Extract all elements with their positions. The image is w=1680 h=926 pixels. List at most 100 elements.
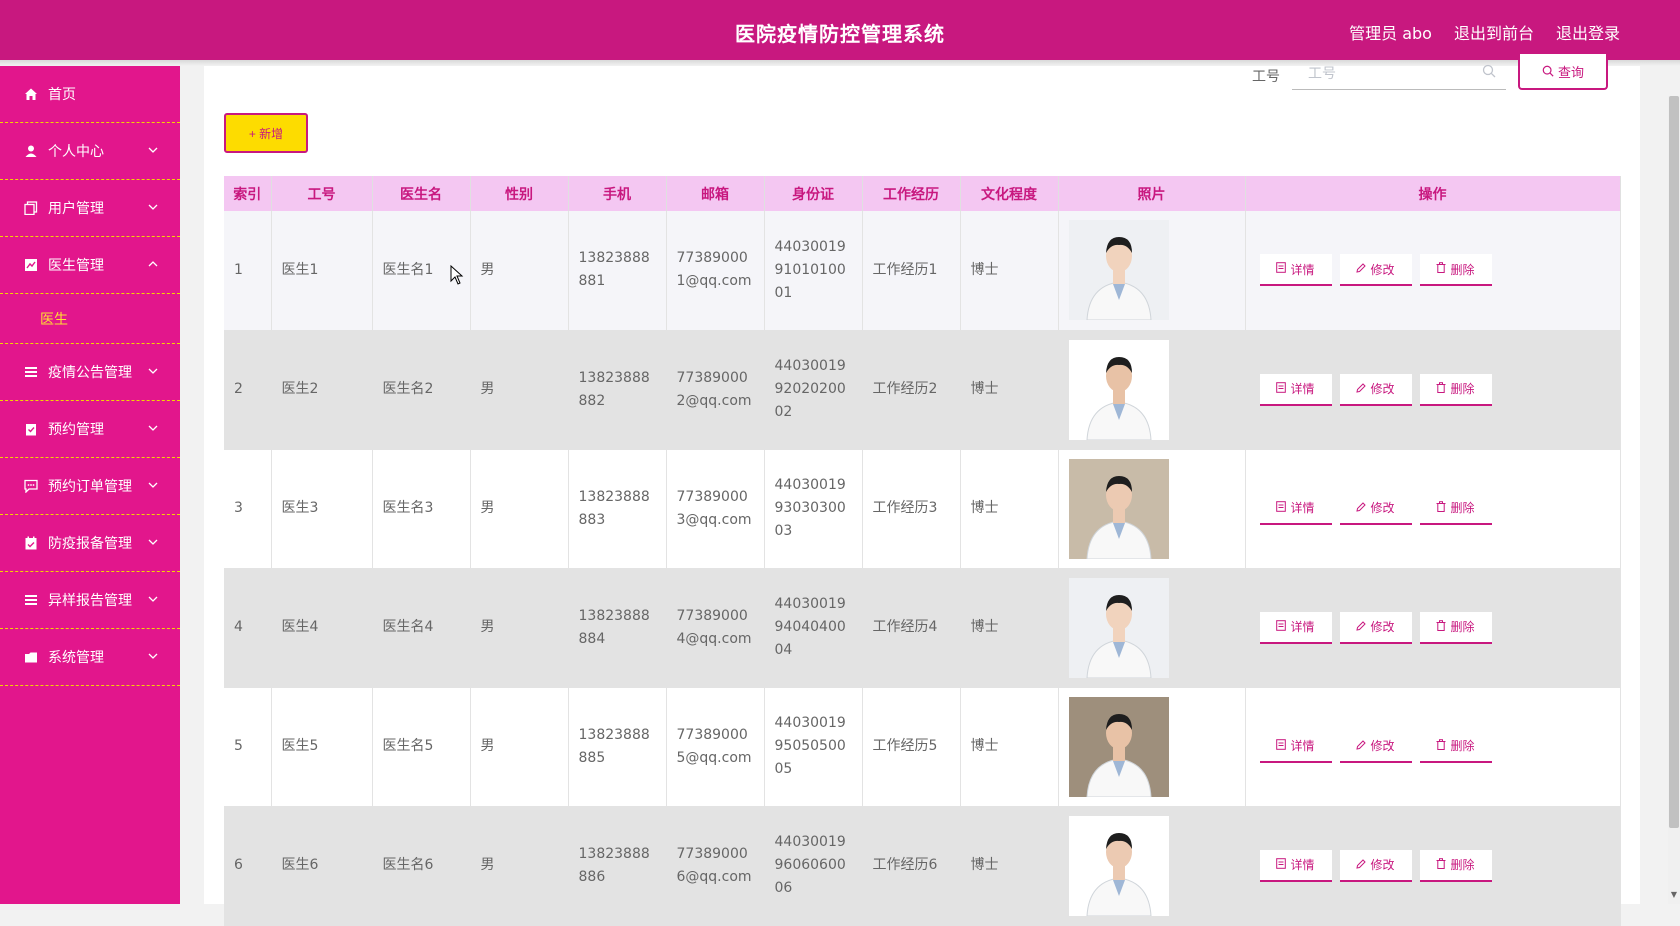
exit-to-front-link[interactable]: 退出到前台 (1454, 20, 1534, 44)
doctor-table: 索引 工号 医生名 性别 手机 邮箱 身份证 工作经历 文化程度 照片 操作 1 医生1 医生名1 男 13… (224, 176, 1621, 926)
phone-cell: 13823888885 (568, 687, 667, 807)
sidebar-item-label: 用户管理 (48, 201, 104, 217)
idcard-cell: 440300199606060006 (764, 806, 863, 926)
column-header: 照片 (1058, 176, 1246, 211)
actions-cell: 详情 修改 删除 (1245, 687, 1621, 807)
phone-cell: 13823888882 (568, 330, 667, 450)
detail-button[interactable]: 详情 (1259, 373, 1332, 406)
doctor-photo (1068, 339, 1169, 440)
edit-button[interactable]: 修改 (1339, 254, 1412, 287)
user-icon (24, 144, 38, 158)
gender-cell: 男 (470, 568, 569, 688)
pencil-icon (1356, 739, 1367, 753)
sidebar-item-4[interactable]: 疫情公告管理 (0, 344, 180, 401)
chevron-down-icon (148, 364, 158, 377)
edit-button-label: 修改 (1370, 858, 1395, 872)
doctor-name-cell: 医生名4 (372, 568, 471, 688)
email-cell: 773890005@qq.com (666, 687, 765, 807)
sidebar-item-7[interactable]: 防疫报备管理 (0, 515, 180, 572)
page-scrollbar[interactable]: ▼ (1668, 96, 1680, 904)
chart-icon (24, 258, 38, 272)
add-button[interactable]: + 新增 (224, 113, 308, 153)
detail-button[interactable]: 详情 (1259, 730, 1332, 763)
sidebar-subitem-doctor[interactable]: 医生 (0, 294, 180, 344)
document-icon (1276, 381, 1287, 396)
delete-button[interactable]: 删除 (1419, 730, 1492, 763)
trash-icon (1436, 500, 1446, 515)
delete-button[interactable]: 删除 (1419, 849, 1492, 882)
list-icon (24, 365, 38, 379)
phone-cell: 13823888881 (568, 211, 667, 331)
table-row: 4 医生4 医生名4 男 13823888884 773890004@qq.com 4403… (224, 568, 1621, 688)
calendar-icon (24, 536, 38, 550)
sidebar-item-9[interactable]: 系统管理 (0, 629, 180, 686)
column-header: 文化程度 (960, 176, 1059, 211)
delete-button-label: 删除 (1450, 262, 1475, 277)
sidebar-item-3[interactable]: 医生管理 (0, 237, 180, 294)
edit-button-label: 修改 (1370, 262, 1395, 277)
sidebar-item-label: 疫情公告管理 (48, 365, 132, 381)
phone-cell: 13823888883 (568, 449, 667, 569)
column-header: 操作 (1245, 176, 1621, 211)
actions-cell: 详情 修改 删除 (1245, 568, 1621, 688)
edit-button[interactable]: 修改 (1339, 373, 1412, 406)
column-header: 性别 (470, 176, 569, 211)
trash-icon (1436, 738, 1446, 753)
column-header: 索引 (224, 176, 272, 211)
sidebar-item-1[interactable]: 个人中心 (0, 123, 180, 180)
detail-button-label: 详情 (1290, 262, 1315, 277)
sidebar-item-label: 首页 (48, 87, 76, 103)
gender-cell: 男 (470, 806, 569, 926)
idcard-cell: 440300199202020002 (764, 330, 863, 450)
delete-button[interactable]: 删除 (1419, 492, 1492, 525)
index-cell: 6 (224, 806, 272, 926)
column-header: 工作经历 (862, 176, 961, 211)
detail-button[interactable]: 详情 (1259, 849, 1332, 882)
pencil-icon (1356, 858, 1367, 872)
detail-button[interactable]: 详情 (1259, 611, 1332, 644)
list-icon (24, 593, 38, 607)
idcard-cell: 440300199303030003 (764, 449, 863, 569)
copy-icon (24, 201, 38, 215)
edit-button[interactable]: 修改 (1339, 611, 1412, 644)
chevron-down-icon (148, 592, 158, 605)
delete-button-label: 删除 (1450, 382, 1475, 396)
doctor-name-cell: 医生名2 (372, 330, 471, 450)
scrollbar-thumb[interactable] (1669, 96, 1679, 828)
actions-cell: 详情 修改 删除 (1245, 330, 1621, 450)
detail-button-label: 详情 (1290, 858, 1315, 872)
doctor-name-cell: 医生名3 (372, 449, 471, 569)
index-cell: 3 (224, 449, 272, 569)
table-row: 3 医生3 医生名3 男 13823888883 773890003@qq.com 4403… (224, 449, 1621, 569)
delete-button[interactable]: 删除 (1419, 254, 1492, 287)
email-cell: 773890002@qq.com (666, 330, 765, 450)
trash-icon (1436, 619, 1446, 634)
chevron-down-icon (148, 200, 158, 213)
query-button[interactable]: 查询 (1518, 54, 1608, 90)
experience-cell: 工作经历5 (862, 687, 961, 807)
column-header: 手机 (568, 176, 667, 211)
detail-button[interactable]: 详情 (1259, 254, 1332, 287)
search-input[interactable] (1292, 58, 1506, 90)
chevron-down-icon (148, 478, 158, 491)
sidebar-item-2[interactable]: 用户管理 (0, 180, 180, 237)
sidebar-item-label: 防疫报备管理 (48, 536, 132, 552)
sidebar-item-5[interactable]: 预约管理 (0, 401, 180, 458)
sidebar-item-8[interactable]: 异样报告管理 (0, 572, 180, 629)
logout-link[interactable]: 退出登录 (1556, 20, 1620, 44)
sidebar-item-0[interactable]: 首页 (0, 66, 180, 123)
edit-button[interactable]: 修改 (1339, 730, 1412, 763)
scroll-down-icon[interactable]: ▼ (1668, 890, 1680, 902)
detail-button[interactable]: 详情 (1259, 492, 1332, 525)
actions-cell: 详情 修改 删除 (1245, 449, 1621, 569)
employee-id-cell: 医生2 (271, 330, 373, 450)
table-row: 1 医生1 医生名1 男 13823888881 773890001@qq.com 4403… (224, 211, 1621, 331)
experience-cell: 工作经历4 (862, 568, 961, 688)
edit-button[interactable]: 修改 (1339, 849, 1412, 882)
email-cell: 773890001@qq.com (666, 211, 765, 331)
photo-cell (1058, 687, 1246, 807)
delete-button[interactable]: 删除 (1419, 373, 1492, 406)
delete-button[interactable]: 删除 (1419, 611, 1492, 644)
sidebar-item-6[interactable]: 预约订单管理 (0, 458, 180, 515)
edit-button[interactable]: 修改 (1339, 492, 1412, 525)
